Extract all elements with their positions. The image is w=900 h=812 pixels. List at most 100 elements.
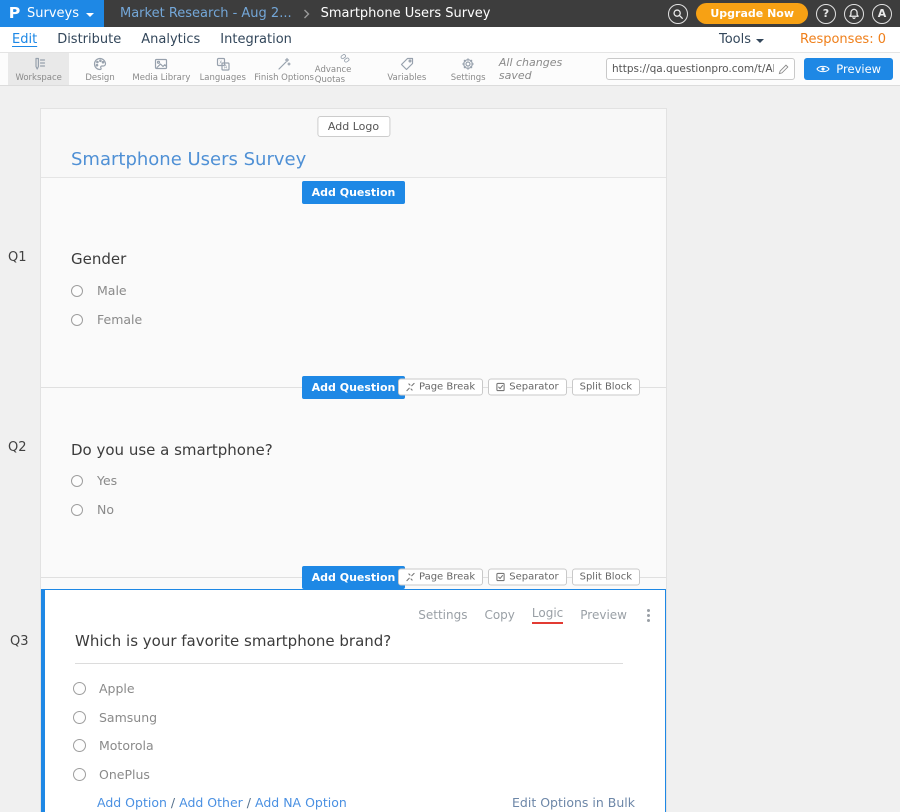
responses-count[interactable]: Responses: 0 [800, 32, 886, 47]
toolbar-item-workspace[interactable]: Workspace [8, 53, 69, 85]
add-question-button[interactable]: Add Question [302, 376, 406, 399]
answer-option: OnePlus [73, 767, 150, 782]
page-break-icon [406, 573, 415, 582]
add-question-row: Add Question [41, 178, 666, 206]
chevron-down-icon [756, 39, 764, 43]
tab-analytics[interactable]: Analytics [141, 32, 200, 47]
split-block-button[interactable]: Split Block [572, 569, 640, 586]
option-label[interactable]: Samsung [99, 710, 157, 725]
toolbar-item-advance-quotas[interactable]: Advance Quotas [315, 53, 376, 85]
separator-button[interactable]: Separator [488, 569, 566, 586]
question-text[interactable]: Do you use a smartphone? [71, 441, 273, 459]
upgrade-now-button[interactable]: Upgrade Now [696, 3, 808, 24]
tab-integration[interactable]: Integration [220, 32, 292, 47]
toolbar-item-label: Settings [451, 73, 486, 83]
surveys-menu[interactable]: P Surveys [0, 0, 104, 27]
tab-edit[interactable]: Edit [12, 32, 37, 47]
option-label[interactable]: Motorola [99, 738, 154, 753]
help-button[interactable]: ? [816, 4, 836, 24]
survey-canvas: Q1 Q2 Q3 Add Logo Smartphone Users Surve… [0, 86, 900, 812]
search-button[interactable] [668, 4, 688, 24]
radio-button[interactable] [73, 682, 86, 695]
question-action-menu: Settings Copy Logic Preview [418, 606, 653, 624]
save-status: All changes saved [499, 56, 597, 82]
answer-option: No [71, 502, 114, 517]
chain-link-icon [337, 53, 353, 64]
section-divider: Add Question Page Break Separator Split … [41, 377, 666, 397]
tab-distribute[interactable]: Distribute [57, 32, 121, 47]
add-logo-button[interactable]: Add Logo [317, 116, 390, 137]
survey-title[interactable]: Smartphone Users Survey [71, 149, 306, 170]
split-block-button[interactable]: Split Block [572, 379, 640, 396]
add-na-option-link[interactable]: Add NA Option [255, 795, 347, 810]
add-question-button[interactable]: Add Question [302, 566, 406, 589]
toolbar-item-label: Languages [200, 73, 246, 83]
toolbar-item-settings[interactable]: Settings [438, 53, 499, 85]
magic-wand-icon [276, 56, 292, 72]
preview-label: Preview [836, 62, 881, 76]
toolbar-item-media-library[interactable]: Media Library [131, 53, 192, 85]
chevron-down-icon [86, 13, 94, 17]
section-divider: Add Question Page Break Separator Split … [41, 567, 666, 587]
option-label[interactable]: No [97, 502, 114, 517]
option-label[interactable]: Female [97, 312, 142, 327]
question-text[interactable]: Gender [71, 250, 126, 268]
separator-button[interactable]: Separator [488, 379, 566, 396]
tools-label: Tools [719, 32, 751, 47]
tools-dropdown[interactable]: Tools [719, 32, 764, 47]
toolbar-item-languages[interactable]: xA Languages [192, 53, 253, 85]
svg-text:x: x [219, 59, 222, 65]
tag-icon [399, 56, 415, 72]
option-label[interactable]: OnePlus [99, 767, 150, 782]
question-preview-link[interactable]: Preview [580, 608, 627, 622]
question-block-q3-selected[interactable]: Settings Copy Logic Preview Which is you… [41, 589, 666, 812]
account-avatar[interactable]: A [872, 4, 892, 24]
page-break-label: Page Break [419, 572, 475, 583]
edit-pencil-icon[interactable] [778, 64, 789, 75]
radio-button[interactable] [71, 504, 83, 516]
answer-option: Samsung [73, 710, 157, 725]
radio-button[interactable] [71, 285, 83, 297]
toolbar-item-finish-options[interactable]: Finish Options [253, 53, 314, 85]
add-question-button[interactable]: Add Question [302, 181, 406, 204]
radio-button[interactable] [73, 711, 86, 724]
page-break-button[interactable]: Page Break [398, 569, 483, 586]
question-block-q2[interactable]: Do you use a smartphone? Yes No [41, 397, 666, 567]
answer-option: Motorola [73, 738, 154, 753]
question-settings-link[interactable]: Settings [418, 608, 467, 622]
radio-button[interactable] [71, 475, 83, 487]
page-break-label: Page Break [419, 382, 475, 393]
edit-options-in-bulk-link[interactable]: Edit Options in Bulk [512, 795, 635, 810]
option-label[interactable]: Apple [99, 681, 135, 696]
question-logic-link[interactable]: Logic [532, 606, 563, 624]
separator-label: Separator [509, 382, 558, 393]
more-options-icon[interactable] [644, 608, 653, 623]
answer-option: Yes [71, 473, 117, 488]
survey-card: Add Logo Smartphone Users Survey Add Que… [40, 108, 667, 812]
option-label[interactable]: Male [97, 283, 127, 298]
question-block-q1[interactable]: Gender Male Female [41, 206, 666, 377]
question-text[interactable]: Which is your favorite smartphone brand? [75, 632, 623, 664]
toolbar-item-label: Variables [387, 73, 426, 83]
notifications-button[interactable] [844, 4, 864, 24]
radio-button[interactable] [73, 768, 86, 781]
workspace-icon [31, 56, 47, 72]
add-other-link[interactable]: Add Other [179, 795, 243, 810]
eye-icon [816, 64, 830, 74]
link-separator: / [171, 795, 175, 810]
toolbar-item-label: Advance Quotas [315, 65, 376, 85]
top-bar: P Surveys Market Research - Aug 2... Sma… [0, 0, 900, 27]
breadcrumb-folder[interactable]: Market Research - Aug 2... [120, 6, 292, 21]
toolbar-item-design[interactable]: Design [69, 53, 130, 85]
preview-button[interactable]: Preview [804, 58, 893, 80]
question-copy-link[interactable]: Copy [484, 608, 514, 622]
add-option-link[interactable]: Add Option [97, 795, 167, 810]
toolbar-item-label: Media Library [132, 73, 190, 83]
toolbar-item-variables[interactable]: Variables [376, 53, 437, 85]
page-break-button[interactable]: Page Break [398, 379, 483, 396]
radio-button[interactable] [73, 739, 86, 752]
survey-url-input[interactable] [612, 63, 774, 75]
question-mark-icon: ? [823, 7, 829, 20]
option-label[interactable]: Yes [97, 473, 117, 488]
radio-button[interactable] [71, 314, 83, 326]
